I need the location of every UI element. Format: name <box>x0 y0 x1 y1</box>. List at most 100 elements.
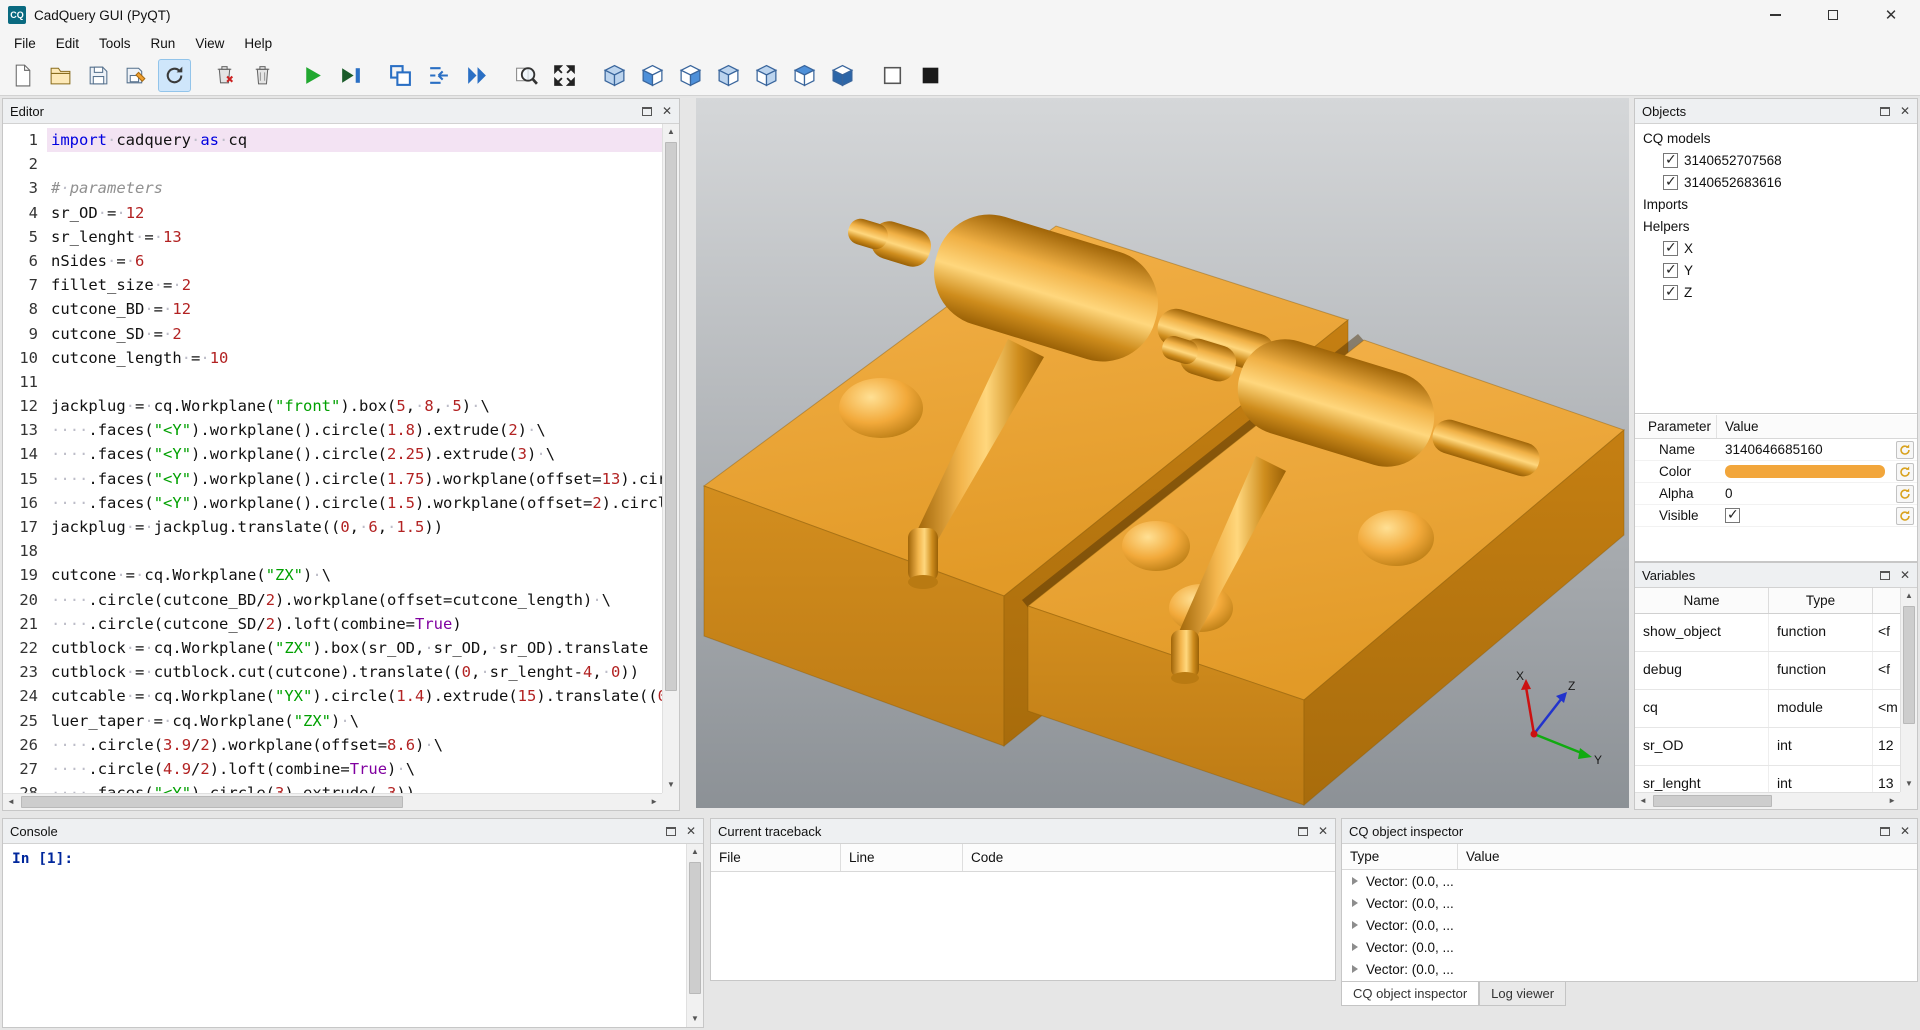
scroll-down-icon[interactable]: ▼ <box>691 1015 699 1023</box>
continue-button[interactable] <box>460 59 493 92</box>
close-button[interactable]: ✕ <box>1862 0 1920 30</box>
delete-object-button[interactable] <box>246 59 279 92</box>
code-line-7[interactable]: fillet_size·=·2 <box>47 273 662 297</box>
code-line-6[interactable]: nSides·=·6 <box>47 249 662 273</box>
inspect-object-button[interactable] <box>510 59 543 92</box>
scroll-right-icon[interactable]: ► <box>1888 797 1896 805</box>
property-value[interactable] <box>1717 465 1917 478</box>
code-line-21[interactable]: ····.circle(cutcone_SD/2).loft(combine=T… <box>47 612 662 636</box>
save-as-button[interactable] <box>120 59 153 92</box>
visibility-checkbox[interactable] <box>1663 153 1678 168</box>
scroll-down-icon[interactable]: ▼ <box>1905 780 1913 788</box>
code-line-20[interactable]: ····.circle(cutcone_BD/2).workplane(offs… <box>47 588 662 612</box>
variables-vertical-scrollbar[interactable]: ▲ ▼ <box>1900 588 1917 792</box>
float-panel-button[interactable] <box>1880 571 1890 580</box>
debug-button[interactable] <box>334 59 367 92</box>
expand-arrow-icon[interactable] <box>1352 965 1358 973</box>
code-line-28[interactable]: ····.faces("<Y").circle(3).extrude(-3)) <box>47 781 662 793</box>
view-shaded-button[interactable] <box>876 59 909 92</box>
close-panel-button[interactable]: ✕ <box>1900 105 1910 117</box>
scroll-left-icon[interactable]: ◄ <box>7 798 15 806</box>
property-value[interactable]: 3140646685160 <box>1717 442 1917 457</box>
tree-item-3140652707568[interactable]: 3140652707568 <box>1635 149 1917 171</box>
code-line-25[interactable]: luer_taper·=·cq.Workplane("ZX")·\ <box>47 709 662 733</box>
open-file-button[interactable] <box>44 59 77 92</box>
code-line-5[interactable]: sr_lenght·=·13 <box>47 225 662 249</box>
variable-row-cq[interactable]: cqmodule<m <box>1635 690 1900 728</box>
view-front-button[interactable] <box>636 59 669 92</box>
code-line-22[interactable]: cutblock·=·cq.Workplane("ZX").box(sr_OD,… <box>47 636 662 660</box>
visibility-checkbox[interactable] <box>1663 285 1678 300</box>
tab-cq-object-inspector[interactable]: CQ object inspector <box>1341 982 1479 1006</box>
save-button[interactable] <box>82 59 115 92</box>
reset-button[interactable] <box>1896 485 1914 503</box>
autoreload-button[interactable] <box>158 59 191 92</box>
code-line-12[interactable]: jackplug·=·cq.Workplane("front").box(5,·… <box>47 394 662 418</box>
code-line-18[interactable] <box>47 539 662 563</box>
menu-edit[interactable]: Edit <box>46 33 89 54</box>
float-panel-button[interactable] <box>666 827 676 836</box>
code-line-13[interactable]: ····.faces("<Y").workplane().circle(1.8)… <box>47 418 662 442</box>
reset-button[interactable] <box>1896 463 1914 481</box>
inspector-row[interactable]: Vector: (0.0, ... <box>1342 936 1917 958</box>
editor-horizontal-scrollbar[interactable]: ◄ ► <box>3 793 662 810</box>
menu-run[interactable]: Run <box>141 33 186 54</box>
variable-row-sr_lenght[interactable]: sr_lenghtint13 <box>1635 766 1900 792</box>
code-line-11[interactable] <box>47 370 662 394</box>
variable-row-debug[interactable]: debugfunction<f <box>1635 652 1900 690</box>
reset-button[interactable] <box>1896 441 1914 459</box>
view-left-button[interactable] <box>712 59 745 92</box>
close-panel-button[interactable]: ✕ <box>1900 569 1910 581</box>
code-line-24[interactable]: cutcable·=·cq.Workplane("YX").circle(1.4… <box>47 684 662 708</box>
scroll-left-icon[interactable]: ◄ <box>1639 797 1647 805</box>
scrollbar-thumb[interactable] <box>1903 606 1915 724</box>
clear-objects-button[interactable] <box>208 59 241 92</box>
render-button[interactable] <box>296 59 329 92</box>
console-input-area[interactable]: In [1]: <box>3 844 686 1027</box>
code-line-10[interactable]: cutcone_length·=·10 <box>47 346 662 370</box>
menu-help[interactable]: Help <box>234 33 282 54</box>
menu-file[interactable]: File <box>4 33 46 54</box>
code-lines[interactable]: import·cadquery·as·cq #·parameterssr_OD·… <box>47 124 662 793</box>
code-line-3[interactable]: #·parameters <box>47 176 662 200</box>
view-wireframe-button[interactable] <box>914 59 947 92</box>
code-line-23[interactable]: cutblock·=·cutblock.cut(cutcone).transla… <box>47 660 662 684</box>
float-panel-button[interactable] <box>642 107 652 116</box>
visibility-checkbox[interactable] <box>1663 241 1678 256</box>
close-panel-button[interactable]: ✕ <box>1318 825 1328 837</box>
menu-tools[interactable]: Tools <box>89 33 141 54</box>
code-line-17[interactable]: jackplug·=·jackplug.translate((0,·6,·1.5… <box>47 515 662 539</box>
inspector-row[interactable]: Vector: (0.0, ... <box>1342 892 1917 914</box>
maximize-button[interactable] <box>1804 0 1862 30</box>
viewport-canvas[interactable]: X Z Y <box>696 98 1629 808</box>
float-panel-button[interactable] <box>1880 107 1890 116</box>
float-panel-button[interactable] <box>1880 827 1890 836</box>
close-panel-button[interactable]: ✕ <box>686 825 696 837</box>
expand-arrow-icon[interactable] <box>1352 921 1358 929</box>
scroll-up-icon[interactable]: ▲ <box>1905 592 1913 600</box>
tree-item-y[interactable]: Y <box>1635 259 1917 281</box>
scroll-right-icon[interactable]: ► <box>650 798 658 806</box>
tree-item-3140652683616[interactable]: 3140652683616 <box>1635 171 1917 193</box>
property-value[interactable]: 0 <box>1717 486 1917 501</box>
editor-vertical-scrollbar[interactable]: ▲ ▼ <box>662 124 679 793</box>
scrollbar-thumb[interactable] <box>665 142 677 691</box>
code-line-16[interactable]: ····.faces("<Y").workplane().circle(1.5)… <box>47 491 662 515</box>
code-line-15[interactable]: ····.faces("<Y").workplane().circle(1.75… <box>47 467 662 491</box>
new-script-button[interactable] <box>6 59 39 92</box>
minimize-button[interactable] <box>1746 0 1804 30</box>
close-panel-button[interactable]: ✕ <box>662 105 672 117</box>
tree-item-helpers[interactable]: Helpers <box>1635 215 1917 237</box>
variable-row-show_object[interactable]: show_objectfunction<f <box>1635 614 1900 652</box>
inspector-row[interactable]: Vector: (0.0, ... <box>1342 914 1917 936</box>
code-editor[interactable]: 1234567891011121314151617181920212223242… <box>3 124 662 793</box>
expand-arrow-icon[interactable] <box>1352 899 1358 907</box>
scrollbar-thumb[interactable] <box>689 862 701 994</box>
tree-item-x[interactable]: X <box>1635 237 1917 259</box>
property-value[interactable] <box>1717 508 1917 523</box>
scrollbar-thumb[interactable] <box>1653 795 1772 807</box>
color-swatch[interactable] <box>1725 465 1885 478</box>
variable-row-sr_OD[interactable]: sr_ODint12 <box>1635 728 1900 766</box>
inspector-row[interactable]: Vector: (0.0, ... <box>1342 870 1917 892</box>
tree-item-z[interactable]: Z <box>1635 281 1917 303</box>
